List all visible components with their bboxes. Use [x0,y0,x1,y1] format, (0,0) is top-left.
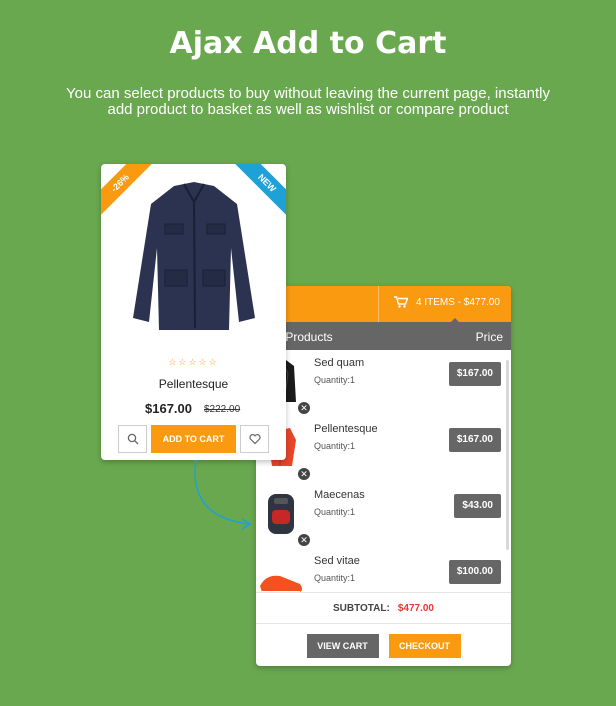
quick-view-button[interactable] [118,425,147,453]
cart-actions: VIEW CART CHECKOUT [256,634,511,658]
wishlist-button[interactable] [240,425,269,453]
page-title: Ajax Add to Cart [169,26,447,61]
topbar-divider [378,286,379,322]
product-image-jacket[interactable] [129,178,259,338]
price-column-header: Price [475,330,503,344]
subtitle-line-1: You can select products to buy without l… [66,85,550,102]
item-price: $43.00 [454,494,501,518]
product-old-price: $222.00 [204,404,241,415]
shopping-cart-icon [394,296,408,308]
item-quantity: Quantity:1 [314,441,356,451]
cart-item: ✕ Sed quam Quantity:1 $167.00 [256,350,511,416]
cart-subtotal: SUBTOTAL: $477.00 [256,592,511,624]
view-cart-button[interactable]: VIEW CART [306,634,379,658]
remove-item-icon[interactable]: ✕ [298,534,310,546]
page-subtitle: You can select products to buy without l… [30,86,586,118]
subtotal-value: $477.00 [397,603,434,614]
search-icon [127,433,139,445]
item-name[interactable]: Pellentesque [314,423,378,435]
item-name[interactable]: Maecenas [314,489,365,501]
cart-summary-text: 4 ITEMS - $477.00 [416,296,500,308]
cart-table-header: r Products Price [256,322,511,350]
item-quantity: Quantity:1 [314,573,356,583]
subtitle-line-2: add product to basket as well as wishlis… [107,101,509,118]
add-to-cart-button[interactable]: ADD TO CART [151,425,236,453]
item-price: $167.00 [448,428,501,452]
item-price: $167.00 [448,362,501,386]
cart-summary-button[interactable]: 4 ITEMS - $477.00 [394,296,500,308]
remove-item-icon[interactable]: ✕ [298,402,310,414]
checkout-button[interactable]: CHECKOUT [388,634,461,658]
flow-arrow-icon [194,459,252,530]
subtotal-label: SUBTOTAL: [332,603,390,614]
product-card: -26% NEW ☆☆☆☆☆ Pellentesque $167.00 $222… [101,164,286,460]
item-name[interactable]: Sed vitae [314,555,360,567]
product-thumbnail-backpack[interactable] [256,488,306,538]
heart-icon [249,434,261,445]
item-name[interactable]: Sed quam [314,357,364,369]
remove-item-icon[interactable]: ✕ [298,468,310,480]
cart-topbar: 4 ITEMS - $477.00 [256,286,511,323]
mini-cart-panel: 4 ITEMS - $477.00 r Products Price ✕ Sed… [256,286,511,666]
cart-item: ✕ Maecenas Quantity:1 $43.00 [256,482,511,548]
cart-items-list: ✕ Sed quam Quantity:1 $167.00 ✕ Pellente… [256,350,511,604]
item-price: $100.00 [448,560,501,584]
product-name[interactable]: Pellentesque [101,377,286,391]
item-quantity: Quantity:1 [314,507,356,517]
cart-item: ✕ Pellentesque Quantity:1 $167.00 [256,416,511,482]
product-price: $167.00 [145,401,192,416]
rating-stars: ☆☆☆☆☆ [168,357,219,367]
item-quantity: Quantity:1 [314,375,356,385]
products-column-header: r Products [278,330,333,344]
